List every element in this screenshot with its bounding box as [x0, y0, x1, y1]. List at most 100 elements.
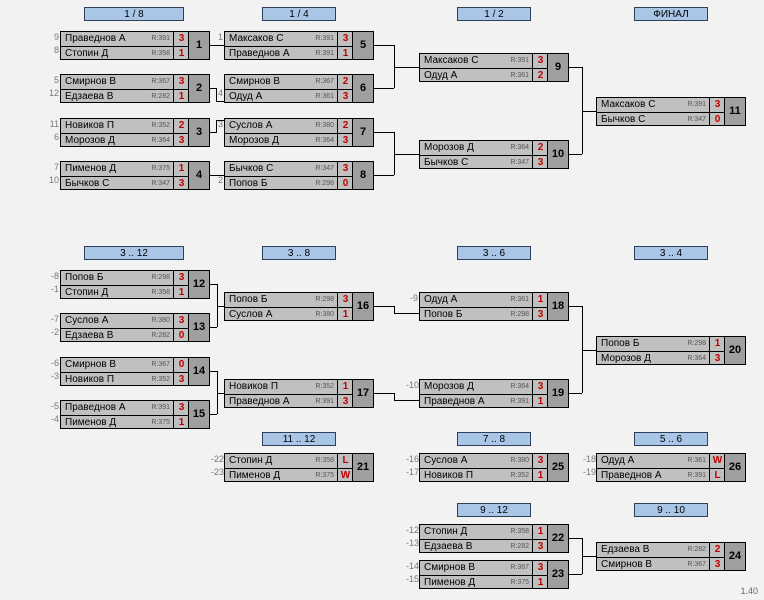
player-rating: R:361	[510, 296, 532, 303]
player-rating: R:367	[151, 78, 173, 85]
connector-line	[582, 350, 596, 351]
seed: -12	[406, 525, 418, 535]
player-rating: R:364	[687, 355, 709, 362]
score: 3	[532, 540, 548, 554]
player-name: Пименов Д	[420, 577, 510, 588]
match[interactable]: -22Стопин ДR:358L-23Пименов ДR:375W21	[224, 453, 374, 482]
match[interactable]: 3Суслов АR:3802Морозов ДR:36437	[224, 118, 374, 147]
match[interactable]: -10Морозов ДR:3643Праведнов АR:391119	[419, 379, 569, 408]
player-name: Стопин Д	[420, 526, 510, 537]
connector-line	[569, 154, 582, 155]
match-number: 13	[188, 314, 209, 341]
connector-line	[216, 88, 217, 101]
score: 2	[532, 141, 548, 155]
connector-line	[217, 306, 224, 307]
score: 1	[532, 525, 548, 539]
seed: 2	[211, 175, 223, 185]
match[interactable]: -5Праведнов АR:3913-4Пименов ДR:375115	[60, 400, 210, 429]
connector-line	[374, 88, 394, 89]
player-name: Стопин Д	[61, 287, 151, 298]
score: 3	[532, 454, 548, 468]
player-rating: R:298	[687, 340, 709, 347]
player-row: 9Праведнов АR:3913	[61, 32, 209, 47]
match[interactable]: 5Смирнов ВR:367312Едзаева ВR:28212	[60, 74, 210, 103]
seed: -14	[406, 561, 418, 571]
match[interactable]: -6Смирнов ВR:3670-3Новиков ПR:352314	[60, 357, 210, 386]
connector-line	[210, 414, 217, 415]
match[interactable]: 11Новиков ПR:35226Морозов ДR:36433	[60, 118, 210, 147]
match[interactable]: 7Пименов ДR:375110Бычков СR:34734	[60, 161, 210, 190]
score: 1	[709, 337, 725, 351]
score: W	[709, 454, 725, 468]
player-rating: R:358	[151, 289, 173, 296]
match[interactable]: -18Одуд АR:361W-19Праведнов АR:391L26	[596, 453, 746, 482]
score: W	[337, 469, 353, 483]
score: 1	[173, 162, 189, 176]
player-name: Одуд А	[225, 91, 315, 102]
seed: 4	[211, 88, 223, 98]
match[interactable]: Максаков СR:3913Одуд АR:36129	[419, 53, 569, 82]
score: 0	[709, 113, 725, 127]
match[interactable]: Новиков ПR:3521Праведнов АR:391317	[224, 379, 374, 408]
score: 0	[173, 358, 189, 372]
match[interactable]: -7Суслов АR:3803-2Едзаева ВR:282013	[60, 313, 210, 342]
bracket-canvas: 1 / 81 / 41 / 2ФИНАЛ3 .. 123 .. 83 .. 63…	[0, 0, 764, 600]
player-row: Праведнов АR:3913	[225, 395, 373, 409]
player-name: Попов Б	[61, 272, 151, 283]
connector-line	[216, 120, 224, 121]
match-number: 10	[547, 141, 568, 168]
match-number: 12	[188, 271, 209, 298]
player-rating: R:352	[510, 472, 532, 479]
score: 3	[709, 352, 725, 366]
connector-line	[216, 101, 224, 102]
match[interactable]: Смирнов ВR:36724Одуд АR:36136	[224, 74, 374, 103]
match-number: 8	[352, 162, 373, 189]
match[interactable]: Морозов ДR:3642Бычков СR:347310	[419, 140, 569, 169]
match[interactable]: 1Максаков СR:3913Праведнов АR:39115	[224, 31, 374, 60]
connector-line	[394, 67, 419, 68]
player-rating: R:375	[510, 579, 532, 586]
player-name: Едзаева В	[420, 541, 510, 552]
match[interactable]: -12Стопин ДR:3581-13Едзаева ВR:282322	[419, 524, 569, 553]
seed: 10	[47, 175, 59, 185]
match[interactable]: -9Одуд АR:3611Попов БR:298318	[419, 292, 569, 321]
seed: -17	[406, 467, 418, 477]
match-number: 19	[547, 380, 568, 407]
player-rating: R:391	[687, 101, 709, 108]
match-number: 25	[547, 454, 568, 481]
match[interactable]: Попов БR:2983Суслов АR:380116	[224, 292, 374, 321]
seed: -23	[211, 467, 223, 477]
match[interactable]: Максаков СR:3913Бычков СR:347011	[596, 97, 746, 126]
connector-line	[394, 313, 419, 314]
score: L	[337, 454, 353, 468]
match[interactable]: -16Суслов АR:3803-17Новиков ПR:352125	[419, 453, 569, 482]
match[interactable]: Едзаева ВR:2822Смирнов ВR:367324	[596, 542, 746, 571]
player-name: Пименов Д	[225, 470, 315, 481]
player-row: Суслов АR:3801	[225, 308, 373, 322]
connector-line	[374, 306, 394, 307]
connector-line	[210, 45, 224, 46]
connector-line	[569, 67, 582, 68]
match-number: 15	[188, 401, 209, 428]
match[interactable]: Бычков СR:34732Попов БR:29808	[224, 161, 374, 190]
connector-line	[569, 538, 582, 539]
match[interactable]: -14Смирнов ВR:3673-15Пименов ДR:375123	[419, 560, 569, 589]
score: 3	[337, 90, 353, 104]
player-rating: R:391	[315, 50, 337, 57]
connector-line	[374, 45, 394, 46]
player-name: Морозов Д	[420, 142, 510, 153]
round-header: 5 .. 6	[634, 432, 708, 446]
match[interactable]: -8Попов БR:2983-1Стопин ДR:358112	[60, 270, 210, 299]
player-row: Бычков СR:3473	[420, 156, 568, 170]
seed: 11	[47, 119, 59, 129]
player-rating: R:391	[315, 398, 337, 405]
match-number: 4	[188, 162, 209, 189]
player-row: Одуд АR:3612	[420, 69, 568, 83]
score: 1	[337, 47, 353, 61]
player-row: -22Стопин ДR:358L	[225, 454, 373, 469]
match-number: 5	[352, 32, 373, 59]
player-name: Попов Б	[225, 294, 315, 305]
match[interactable]: Попов БR:2981Морозов ДR:364320	[596, 336, 746, 365]
player-name: Едзаева В	[597, 544, 687, 555]
match[interactable]: 9Праведнов АR:39138Стопин ДR:35811	[60, 31, 210, 60]
